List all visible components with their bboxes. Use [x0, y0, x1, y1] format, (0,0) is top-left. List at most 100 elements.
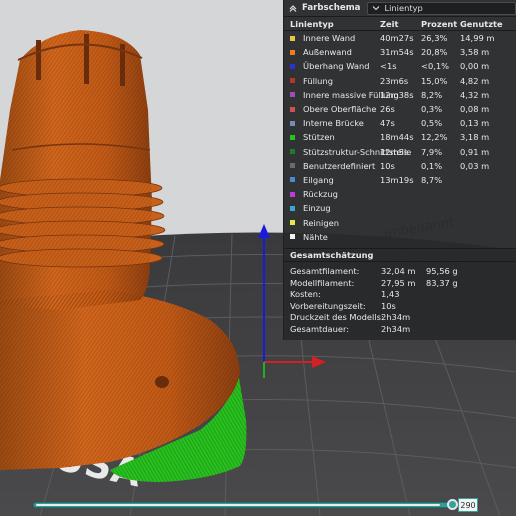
legend-used: 0,91 m — [460, 146, 490, 157]
legend-time: 26s — [380, 104, 395, 115]
color-swatch — [290, 35, 295, 41]
legend-percent: 8,2% — [421, 89, 443, 100]
legend-row-label: Nähte — [284, 232, 391, 242]
legend-type-name: Interne Brücke — [303, 118, 364, 129]
color-swatch — [290, 205, 295, 211]
legend-row[interactable]: Innere Wand 40m27s 26,3% 14,99 m — [284, 31, 516, 45]
color-swatch — [290, 220, 295, 226]
color-scheme-label: Farbschema — [302, 3, 361, 13]
slider-track[interactable] — [33, 502, 455, 508]
legend-row[interactable]: Eilgang 13m19s 8,7% — [284, 173, 516, 187]
legend-type-name: Nähte — [303, 231, 328, 242]
color-swatch — [290, 191, 295, 197]
legend-type-name: Reinigen — [303, 217, 339, 228]
legend-row[interactable]: Außenwand 31m54s 20,8% 3,58 m — [284, 45, 516, 59]
legend-panel: Farbschema Linientyp Linientyp Zeit Proz… — [283, 0, 516, 340]
summary-value: 2h34m — [381, 312, 411, 323]
legend-type-name: Benutzerdefiniert — [303, 160, 376, 171]
legend-row[interactable]: Innere massive Füllung 12m38s 8,2% 4,32 m — [284, 88, 516, 102]
summary-rows: Gesamtfilament: 32,04 m 95,56 g Modellfilam… — [284, 262, 516, 335]
summary-value: 10s — [381, 300, 396, 311]
layer-slider[interactable]: 290 — [33, 497, 483, 513]
color-swatch — [290, 234, 295, 240]
legend-row-label: Einzug — [284, 203, 391, 213]
summary-value: 27,95 m — [381, 277, 416, 288]
legend-row[interactable]: Stützen 18m44s 12,2% 3,18 m — [284, 130, 516, 144]
slider-fill — [36, 504, 440, 506]
legend-row-label: Stützen — [284, 132, 391, 142]
summary-row: Modellfilament: 27,95 m 83,37 g — [284, 277, 516, 289]
legend-type-name: Obere Oberfläche — [303, 104, 377, 115]
legend-percent: 26,3% — [421, 33, 448, 44]
legend-row[interactable]: Obere Oberfläche 26s 0,3% 0,08 m — [284, 102, 516, 116]
color-swatch — [290, 120, 295, 126]
legend-used: 4,32 m — [460, 89, 490, 100]
legend-type-name: Innere Wand — [303, 33, 356, 44]
legend-type-name: Eilgang — [303, 174, 334, 185]
legend-row[interactable]: Reinigen — [284, 215, 516, 229]
legend-row[interactable]: Nähte — [284, 230, 516, 244]
legend-row[interactable]: Überhang Wand <1s <0,1% 0,00 m — [284, 59, 516, 73]
legend-row[interactable]: Stützstruktur-Schnittstelle 12m5s 7,9% 0,91… — [284, 145, 516, 159]
summary-row: Gesamtfilament: 32,04 m 95,56 g — [284, 265, 516, 277]
legend-row-label: Obere Oberfläche — [284, 104, 391, 114]
summary-value: 1,43 — [381, 289, 400, 300]
legend-table: Linientyp Zeit Prozent Genutzte Innere W… — [284, 17, 516, 244]
color-swatch — [290, 149, 295, 155]
legend-used: 0,08 m — [460, 104, 490, 115]
summary-value-weight: 83,37 g — [426, 277, 458, 288]
legend-type-name: Außenwand — [303, 47, 352, 58]
summary-row: Kosten: 1,43 — [284, 288, 516, 300]
legend-row-label: Innere massive Füllung — [284, 90, 399, 100]
legend-time: 18m44s — [380, 132, 414, 143]
legend-used: 0,03 m — [460, 160, 490, 171]
legend-percent: 12,2% — [421, 132, 448, 143]
legend-percent: 20,8% — [421, 47, 448, 58]
legend-row[interactable]: Einzug — [284, 201, 516, 215]
legend-used: 0,00 m — [460, 61, 490, 72]
legend-time: 40m27s — [380, 33, 414, 44]
legend-percent: <0,1% — [421, 61, 450, 72]
summary-title: Gesamtschätzung — [284, 248, 516, 262]
legend-row-label: Benutzerdefiniert — [284, 161, 391, 171]
summary-label: Kosten: — [290, 289, 321, 300]
col-time: Zeit — [380, 18, 399, 29]
color-swatch — [290, 63, 295, 69]
legend-row-label: Außenwand — [284, 47, 391, 57]
legend-row-label: Überhang Wand — [284, 61, 391, 71]
legend-row-label: Interne Brücke — [284, 118, 391, 128]
color-swatch — [290, 163, 295, 169]
legend-percent: 8,7% — [421, 174, 443, 185]
collapse-icon[interactable] — [288, 3, 298, 13]
summary-value: 32,04 m — [381, 266, 416, 276]
legend-time: 31m54s — [380, 47, 414, 58]
summary-section: Gesamtschätzung Gesamtfilament: 32,04 m 95… — [284, 248, 516, 335]
legend-percent: 0,5% — [421, 118, 443, 129]
summary-row: Druckzeit des Modells: 2h34m — [284, 311, 516, 323]
legend-used: 3,18 m — [460, 132, 490, 143]
legend-type-name: Stützen — [303, 132, 335, 143]
color-swatch — [290, 177, 295, 183]
legend-row-label: Eilgang — [284, 175, 391, 185]
legend-percent: 0,1% — [421, 160, 443, 171]
panel-header: Farbschema Linientyp — [284, 0, 516, 17]
legend-row-label: Innere Wand — [284, 33, 391, 43]
legend-row-label: Reinigen — [284, 218, 391, 228]
legend-header-row: Linientyp Zeit Prozent Genutzte — [284, 17, 516, 31]
slider-handle[interactable] — [447, 499, 458, 510]
legend-row[interactable]: Rückzug — [284, 187, 516, 201]
summary-label: Vorbereitungszeit: — [290, 300, 366, 311]
legend-row[interactable]: Benutzerdefiniert 10s 0,1% 0,03 m — [284, 159, 516, 173]
legend-time: 12m38s — [380, 89, 414, 100]
col-type: Linientyp — [290, 18, 334, 29]
summary-label: Modellfilament: — [290, 277, 355, 288]
legend-time: 12m5s — [380, 146, 409, 157]
legend-percent: 0,3% — [421, 104, 443, 115]
summary-label: Gesamtdauer: — [290, 323, 350, 334]
legend-used: 3,58 m — [460, 47, 490, 58]
legend-row[interactable]: Interne Brücke 47s 0,5% 0,13 m — [284, 116, 516, 130]
legend-row[interactable]: Füllung 23m6s 15,0% 4,82 m — [284, 74, 516, 88]
legend-type-name: Überhang Wand — [303, 61, 370, 72]
color-swatch — [290, 92, 295, 98]
color-scheme-select[interactable]: Linientyp — [367, 1, 516, 15]
